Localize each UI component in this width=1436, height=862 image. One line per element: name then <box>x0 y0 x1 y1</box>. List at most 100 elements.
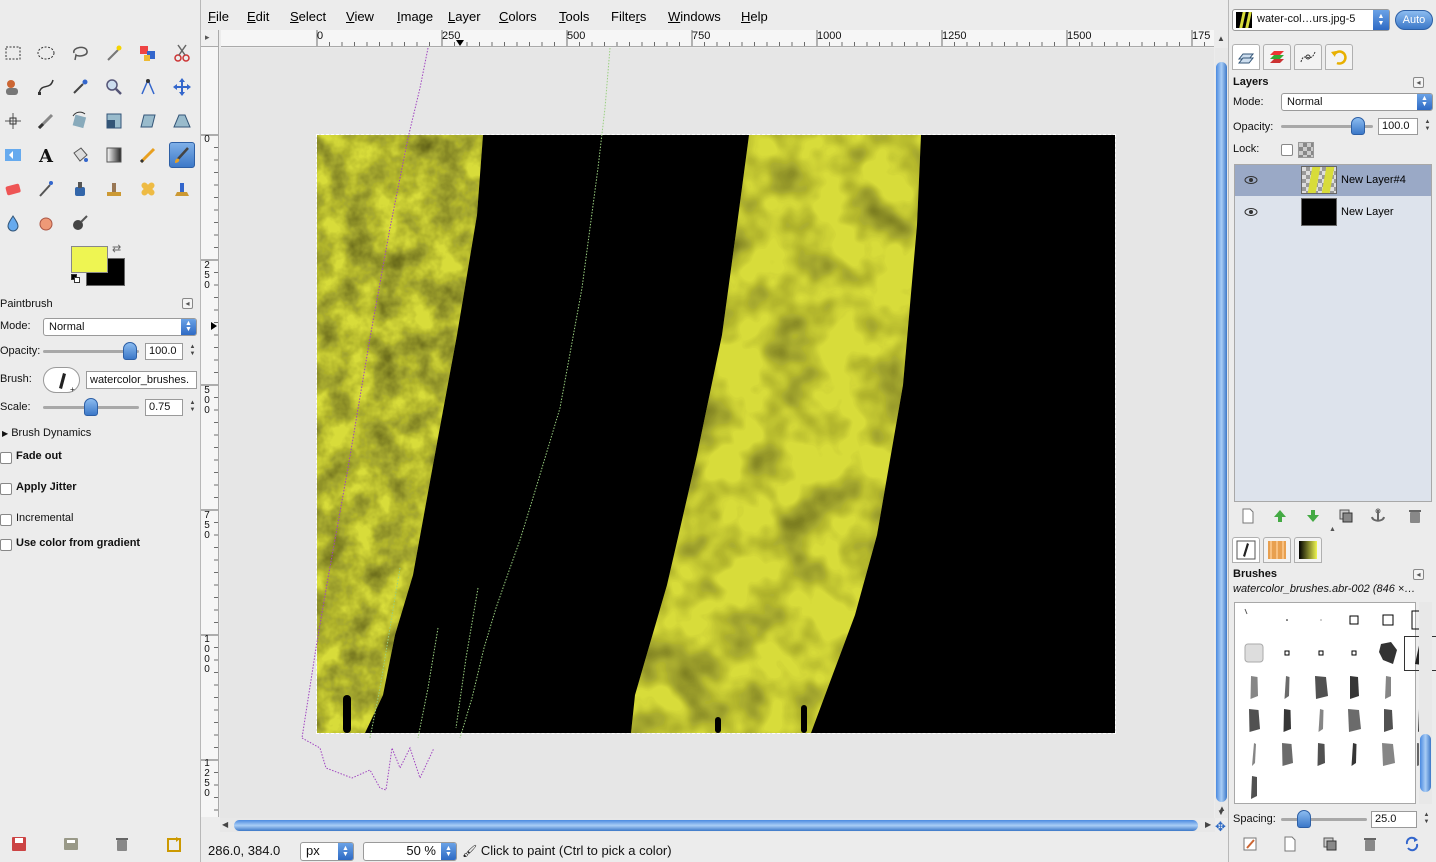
brush-cell[interactable] <box>1304 670 1337 703</box>
brush-cell[interactable] <box>1237 603 1270 636</box>
image-selector[interactable]: water-col…urs.jpg-5 ▲ ▼ <box>1232 9 1390 31</box>
ellipse-select-tool[interactable] <box>33 40 59 66</box>
refresh-brushes-button[interactable] <box>1403 836 1421 852</box>
ink-tool[interactable] <box>67 176 93 202</box>
save-tool-options-button[interactable] <box>10 836 28 852</box>
brushes-scrollbar[interactable] <box>1419 602 1432 804</box>
lock-alpha-icon[interactable] <box>1298 142 1314 158</box>
reset-colors-icon[interactable] <box>71 274 81 284</box>
menu-edit[interactable]: Edit <box>247 9 269 24</box>
paint-mode-select[interactable]: Normal ▲ ▼ <box>43 318 197 336</box>
menu-filters[interactable]: Filters <box>611 9 646 24</box>
scroll-right-icon[interactable]: ▶ <box>1205 820 1211 829</box>
smudge-tool[interactable] <box>33 210 59 236</box>
tab-patterns[interactable] <box>1263 537 1291 563</box>
brush-cell[interactable] <box>1304 637 1337 670</box>
unit-select[interactable]: px ▲ ▼ <box>300 842 354 861</box>
menu-image[interactable]: Image <box>397 9 433 24</box>
brush-name-field[interactable]: watercolor_brushes. <box>86 371 197 389</box>
horizontal-scrollbar-thumb[interactable] <box>234 820 1198 831</box>
brush-cell[interactable] <box>1304 603 1337 636</box>
scroll-down-arrow[interactable]: ▼ <box>1217 808 1225 817</box>
perspective-clone-tool[interactable] <box>169 176 195 202</box>
layers-menu-arrow-icon[interactable]: ◂ <box>1413 77 1424 88</box>
scroll-left-icon[interactable]: ◀ <box>222 820 228 829</box>
eye-visibility-icon[interactable] <box>1244 175 1258 185</box>
flip-tool[interactable] <box>0 142 26 168</box>
new-layer-button[interactable] <box>1239 508 1257 524</box>
measure-tool[interactable] <box>135 74 161 100</box>
brush-cell[interactable] <box>1304 737 1337 770</box>
brush-cell[interactable] <box>1237 737 1270 770</box>
shear-tool[interactable] <box>135 108 161 134</box>
layer-row-new-layer[interactable]: New Layer <box>1235 197 1431 228</box>
paintbrush-tool[interactable] <box>169 142 195 168</box>
tool-options-menu-arrow-icon[interactable]: ◂ <box>182 298 193 309</box>
align-tool[interactable] <box>0 108 26 134</box>
scale-tool[interactable] <box>101 108 127 134</box>
delete-brush-button[interactable] <box>1361 836 1379 852</box>
brush-cell[interactable] <box>1371 670 1404 703</box>
blur-tool[interactable] <box>0 210 26 236</box>
duplicate-layer-button[interactable] <box>1337 508 1355 524</box>
reset-tool-options-button[interactable] <box>165 836 183 852</box>
airbrush-tool[interactable] <box>33 176 59 202</box>
brush-cell[interactable] <box>1237 637 1270 670</box>
move-tool[interactable] <box>169 74 195 100</box>
menu-file[interactable]: File <box>208 9 229 24</box>
vertical-scrollbar-thumb[interactable] <box>1216 62 1227 802</box>
auto-button[interactable]: Auto <box>1395 10 1433 30</box>
brush-dynamics-expander[interactable]: ▶ Brush Dynamics <box>2 427 91 439</box>
scissors-tool[interactable] <box>169 40 195 66</box>
brush-spacing-slider[interactable] <box>1281 818 1367 821</box>
brush-preview-button[interactable]: + <box>43 367 80 394</box>
color-picker-tool[interactable] <box>67 74 93 100</box>
brush-cell[interactable] <box>1338 704 1371 737</box>
heal-tool[interactable] <box>135 176 161 202</box>
horizontal-scrollbar[interactable]: ◀ ▶ <box>220 818 1215 832</box>
apply-jitter-checkbox[interactable] <box>0 483 12 495</box>
brushes-menu-arrow-icon[interactable]: ◂ <box>1413 569 1424 580</box>
brush-cell[interactable] <box>1338 737 1371 770</box>
brush-cell[interactable] <box>1338 637 1371 670</box>
layer-opacity-spin-icon[interactable]: ▲ ▼ <box>1423 117 1432 135</box>
tab-layers[interactable] <box>1232 44 1260 70</box>
layer-row-new-layer-4[interactable]: New Layer#4 <box>1235 165 1431 196</box>
pane-resize-handle[interactable]: ▲ <box>1329 526 1336 533</box>
rect-select-tool[interactable] <box>0 40 26 66</box>
brush-scale-spin-icon[interactable]: ▲ ▼ <box>188 398 197 416</box>
brush-cell[interactable] <box>1237 670 1270 703</box>
restore-tool-options-button[interactable] <box>62 836 80 852</box>
new-brush-button[interactable] <box>1281 836 1299 852</box>
rotate-tool[interactable] <box>67 108 93 134</box>
tab-paths[interactable] <box>1294 44 1322 70</box>
dodge-burn-tool[interactable] <box>67 210 93 236</box>
fade-out-checkbox[interactable] <box>0 452 12 464</box>
zoom-select[interactable]: 50 % ▲ ▼ <box>363 842 457 861</box>
brush-cell[interactable] <box>1338 603 1371 636</box>
brush-scale-slider-thumb[interactable] <box>84 398 98 416</box>
paint-opacity-spin-icon[interactable]: ▲ ▼ <box>188 342 197 360</box>
fuzzy-select-tool[interactable] <box>101 40 127 66</box>
edit-brush-button[interactable] <box>1241 836 1259 852</box>
zoom-tool[interactable] <box>101 74 127 100</box>
layer-opacity-input[interactable]: 100.0 <box>1378 118 1418 135</box>
image-canvas[interactable] <box>316 134 1116 734</box>
scroll-top-arrow[interactable]: ▲ <box>1217 34 1225 43</box>
duplicate-brush-button[interactable] <box>1321 836 1339 852</box>
menu-layer[interactable]: Layer <box>448 9 481 24</box>
navigate-icon[interactable]: ✥ <box>1215 820 1228 833</box>
lock-pixels-checkbox[interactable] <box>1281 144 1293 156</box>
pencil-tool[interactable] <box>135 142 161 168</box>
brush-scale-input[interactable]: 0.75 <box>145 399 183 416</box>
brush-cell[interactable] <box>1304 704 1337 737</box>
brushes-scrollbar-thumb[interactable] <box>1420 734 1431 792</box>
menu-colors[interactable]: Colors <box>499 9 537 24</box>
paint-opacity-slider-thumb[interactable] <box>123 342 137 360</box>
menu-select[interactable]: Select <box>290 9 326 24</box>
brush-cell[interactable] <box>1371 603 1404 636</box>
clone-tool[interactable] <box>101 176 127 202</box>
raise-layer-button[interactable] <box>1271 508 1289 524</box>
anchor-layer-button[interactable] <box>1369 508 1387 524</box>
brush-cell[interactable] <box>1271 704 1304 737</box>
